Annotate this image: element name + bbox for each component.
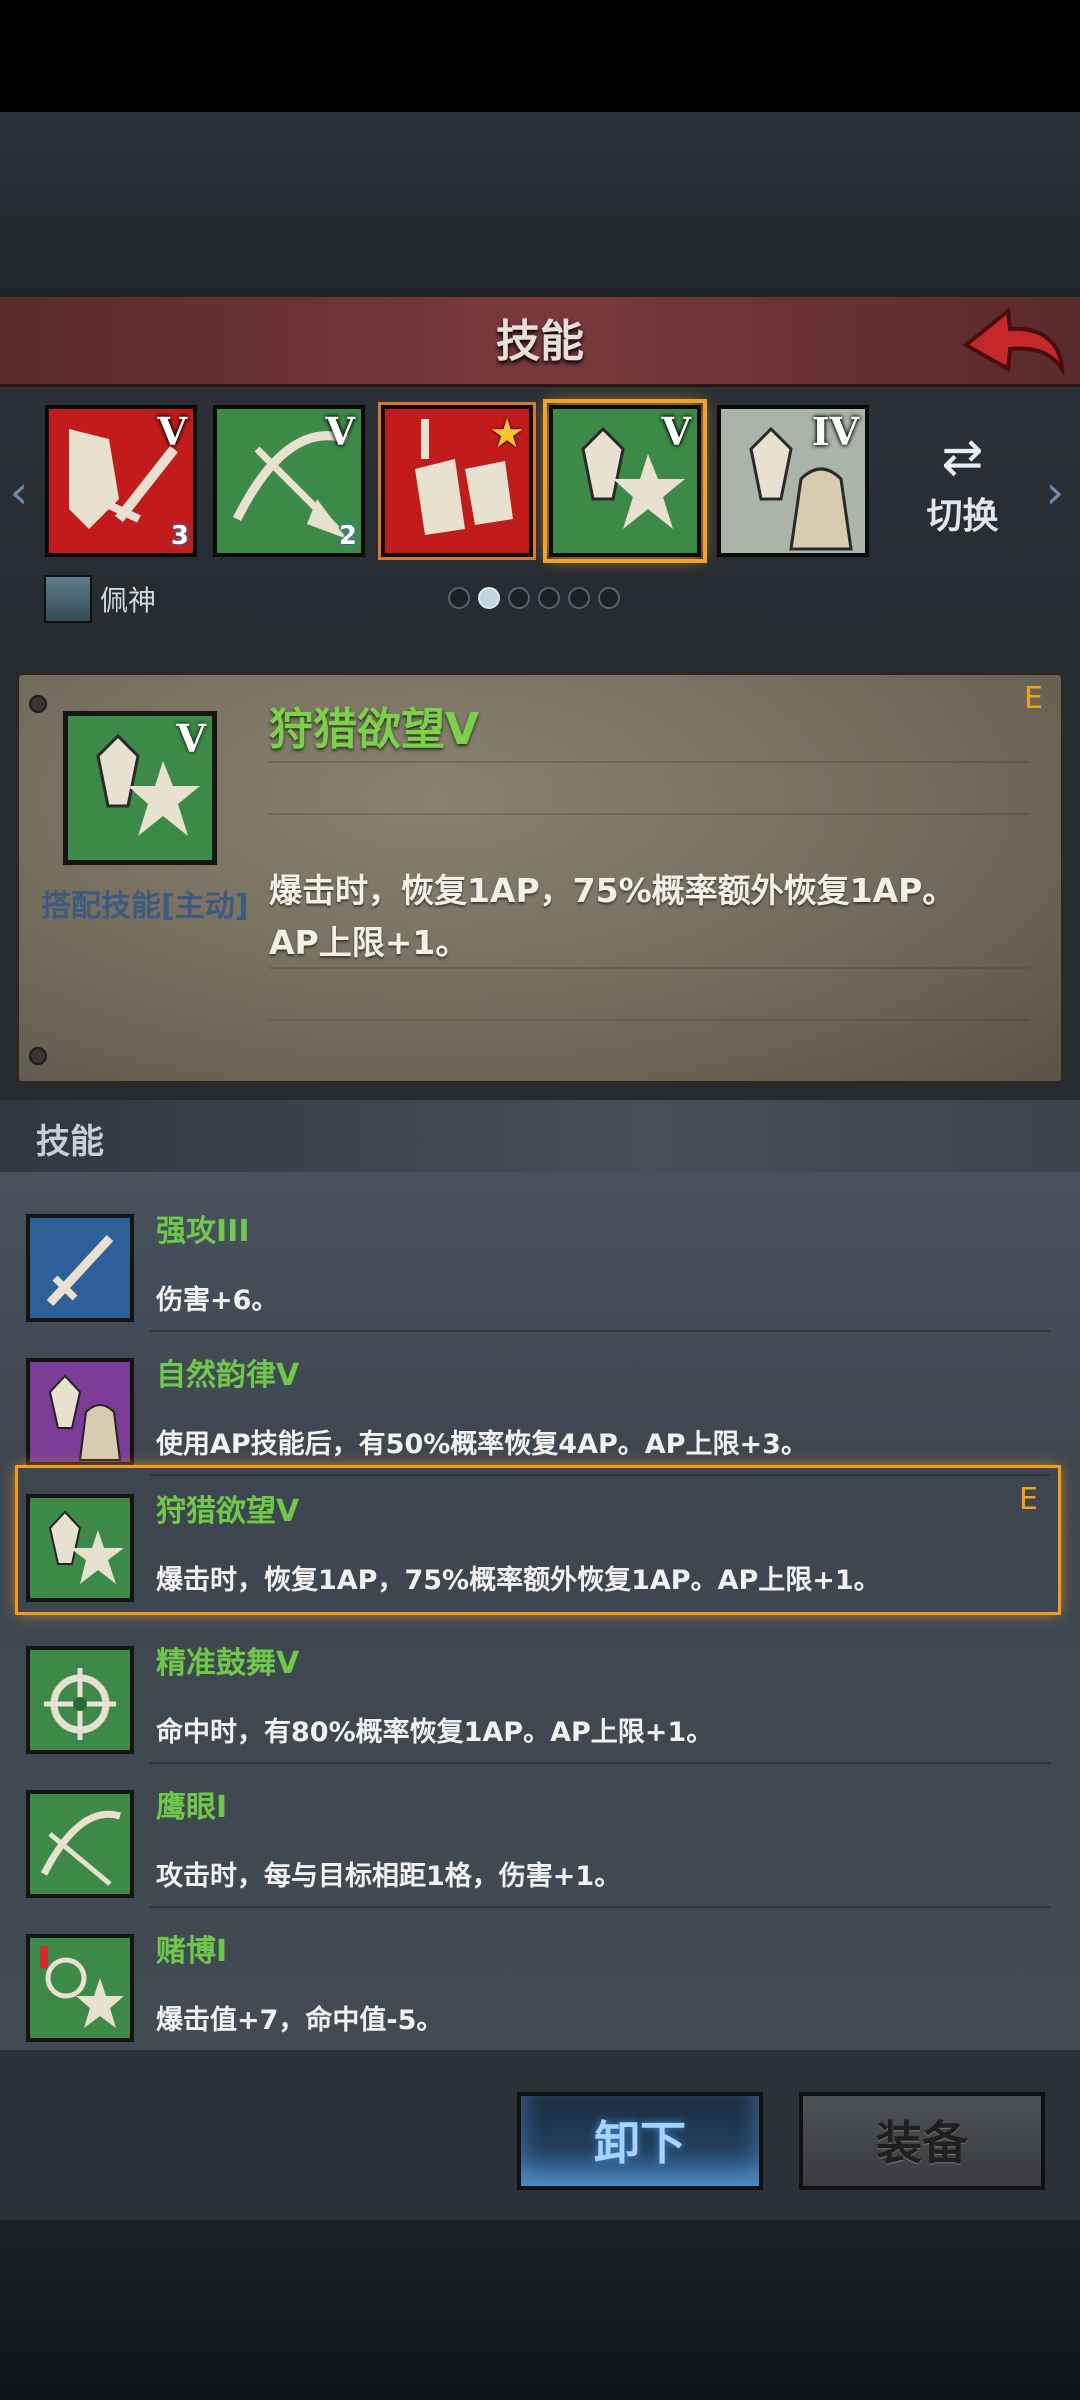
slot-1-gem-count: 3 [170, 521, 189, 551]
favorite-star-icon: ★ [489, 411, 525, 457]
divider [269, 1019, 1029, 1021]
page-dot[interactable] [538, 587, 560, 609]
skill-row-eagle-eye[interactable]: 鹰眼I 攻击时，每与目标相距1格，伤害+1。 [0, 1764, 1080, 1908]
page-dot[interactable] [448, 587, 470, 609]
skill-slot-3[interactable]: ★ [378, 402, 536, 560]
slot-5-rank: IV [811, 409, 859, 454]
skill-grade-badge: E [1019, 1482, 1038, 1517]
slot-2-rank: V [325, 409, 355, 454]
bottom-background [0, 2220, 1080, 2400]
page-title: 技能 [496, 316, 584, 367]
skill-slot-4[interactable]: V [543, 399, 707, 563]
slot-4-rank: V [661, 409, 691, 454]
divider [269, 761, 1029, 763]
skill-name: 强攻III [156, 1214, 250, 1249]
unequip-button[interactable]: 卸下 [517, 2092, 763, 2190]
page-indicator [448, 587, 628, 611]
crystal-burst-icon [26, 1494, 134, 1602]
skill-name: 自然韵律V [156, 1358, 300, 1393]
character-name: 佩神 [100, 584, 157, 617]
skill-description: 爆击值+7，命中值-5。 [156, 2005, 444, 2036]
gamble-burst-icon [26, 1934, 134, 2042]
crosshair-icon [26, 1646, 134, 1754]
slot-1-rank: V [157, 409, 187, 454]
skill-slot-1[interactable]: V 3 [45, 405, 197, 557]
equipped-skill-bar: ‹ V 3 V 2 ★ V IV ⇄ 切换 › 佩神 [0, 387, 1080, 650]
page-dot[interactable] [598, 587, 620, 609]
skill-name: 狩猎欲望V [156, 1494, 300, 1529]
swap-arrows-icon: ⇄ [941, 428, 984, 486]
character-avatar[interactable] [44, 575, 92, 623]
skill-row-gamble[interactable]: 赌博I 爆击值+7，命中值-5。 [0, 1908, 1080, 2052]
detail-grade-badge: E [1024, 681, 1043, 716]
page-dot[interactable] [568, 587, 590, 609]
skill-description: 使用AP技能后，有50%概率恢复4AP。AP上限+3。 [156, 1429, 808, 1460]
eagle-bow-icon [26, 1790, 134, 1898]
skill-row-strong-attack[interactable]: 强攻III 伤害+6。 [0, 1188, 1080, 1332]
detail-description: 爆击时，恢复1AP，75%概率额外恢复1AP。 AP上限+1。 [269, 865, 1029, 969]
rivet-icon [29, 695, 47, 713]
skill-name: 精准鼓舞V [156, 1646, 300, 1681]
header-bar: 技能 [0, 297, 1080, 387]
skill-row-nature-rhythm[interactable]: 自然韵律V 使用AP技能后，有50%概率恢复4AP。AP上限+3。 [0, 1332, 1080, 1476]
skill-detail-card: V 搭配技能[主动] 狩猎欲望V E 爆击时，恢复1AP，75%概率额外恢复1A… [16, 672, 1064, 1084]
back-arrow-icon[interactable] [958, 305, 1068, 381]
skill-description: 命中时，有80%概率恢复1AP。AP上限+1。 [156, 1717, 714, 1748]
skill-row-hunting-desire[interactable]: 狩猎欲望V E 爆击时，恢复1AP，75%概率额外恢复1AP。AP上限+1。 [15, 1465, 1061, 1615]
detail-skill-icon: V [63, 711, 217, 865]
detail-skill-name: 狩猎欲望V [269, 704, 480, 755]
skill-row-precision-inspire[interactable]: 精准鼓舞V 命中时，有80%概率恢复1AP。AP上限+1。 [0, 1620, 1080, 1764]
switch-button[interactable]: ⇄ 切换 [915, 427, 1010, 537]
skill-list-area: 技能 强攻III 伤害+6。 自然韵律V 使用AP技能后，有50%概率恢复4AP… [0, 1100, 1080, 2050]
detail-description-line-1: 爆击时，恢复1AP，75%概率额外恢复1AP。 [269, 871, 956, 910]
skill-name: 鹰眼I [156, 1790, 228, 1825]
equip-button[interactable]: 装备 [799, 2092, 1045, 2190]
switch-label: 切换 [926, 496, 999, 537]
skills-section-title: 技能 [36, 1122, 104, 1162]
page-dot-active[interactable] [478, 587, 500, 609]
sword-icon [26, 1214, 134, 1322]
skill-slot-5[interactable]: IV [717, 405, 869, 557]
crystal-hand-icon [26, 1358, 134, 1466]
skill-description: 攻击时，每与目标相距1格，伤害+1。 [156, 1861, 622, 1892]
skills-section-header: 技能 [0, 1100, 1080, 1172]
rivet-icon [29, 1047, 47, 1065]
detail-description-line-2: AP上限+1。 [269, 923, 469, 962]
detail-rank: V [176, 716, 206, 761]
page-dot[interactable] [508, 587, 530, 609]
action-footer: 卸下 装备 [0, 2050, 1080, 2220]
skill-type-label: 搭配技能[主动] [41, 889, 249, 924]
slot-2-gem-count: 2 [338, 521, 357, 551]
next-arrow-icon[interactable]: › [1040, 457, 1070, 527]
prev-arrow-icon[interactable]: ‹ [4, 457, 34, 527]
skill-slot-2[interactable]: V 2 [213, 405, 365, 557]
status-strip [0, 0, 1080, 112]
top-background [0, 112, 1080, 297]
skill-description: 爆击时，恢复1AP，75%概率额外恢复1AP。AP上限+1。 [156, 1565, 881, 1596]
skill-name: 赌博I [156, 1934, 228, 1969]
divider [269, 813, 1029, 815]
skill-description: 伤害+6。 [156, 1285, 279, 1316]
